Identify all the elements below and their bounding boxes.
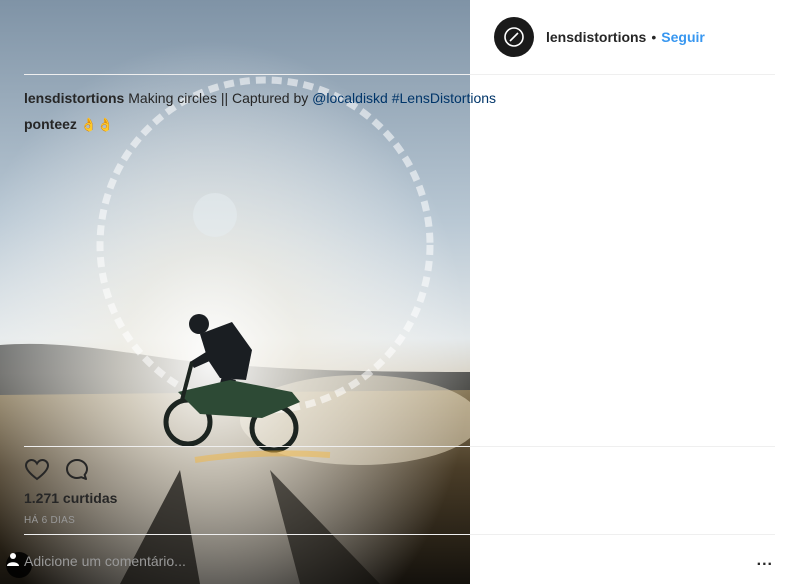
avatar[interactable] — [494, 17, 534, 57]
action-bar — [24, 457, 104, 483]
comment-text: 👌👌 — [80, 118, 114, 133]
mention-link[interactable]: @localdiskd — [312, 90, 388, 106]
post-header: lensdistortions • Seguir — [494, 16, 775, 58]
caption: lensdistortions Making circles || Captur… — [24, 88, 773, 108]
divider — [24, 534, 775, 535]
like-button[interactable] — [24, 457, 50, 483]
comment-item: ponteez 👌👌 — [24, 114, 773, 136]
caption-username[interactable]: lensdistortions — [24, 90, 124, 106]
caption-text: Making circles || Captured by — [128, 90, 309, 106]
speech-bubble-icon — [66, 459, 88, 480]
divider — [24, 74, 775, 75]
divider — [24, 446, 775, 447]
heart-outline-icon — [24, 458, 50, 481]
hashtag-link[interactable]: #LensDistortions — [392, 90, 496, 106]
more-options-button[interactable]: ... — [757, 552, 773, 570]
comment-username[interactable]: ponteez — [24, 116, 77, 132]
post-timestamp[interactable]: HÁ 6 DIAS — [24, 515, 75, 526]
separator-dot: • — [651, 29, 657, 45]
comment-button[interactable] — [64, 457, 90, 483]
follow-button[interactable]: Seguir — [661, 29, 705, 45]
post-author-username[interactable]: lensdistortions — [546, 29, 646, 45]
lens-logo-icon — [504, 27, 524, 47]
likes-count[interactable]: 1.271 curtidas — [24, 490, 117, 506]
comment-input[interactable] — [24, 550, 254, 572]
comments-list: lensdistortions Making circles || Captur… — [24, 88, 773, 136]
